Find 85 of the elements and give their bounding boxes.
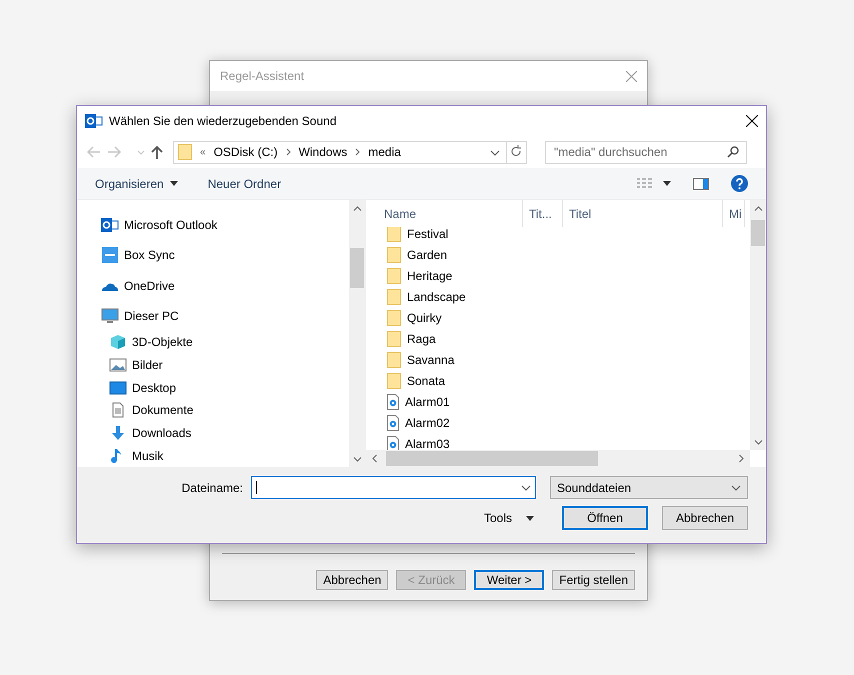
nav-item[interactable]: Microsoft Outlook [124, 218, 218, 232]
desktop-icon [109, 380, 127, 396]
filename-field[interactable] [251, 476, 536, 499]
folder-icon [178, 144, 192, 160]
horizontal-scrollbar[interactable] [366, 450, 750, 467]
caret-icon [663, 181, 671, 186]
computer-icon [101, 308, 119, 324]
scroll-down-icon[interactable] [352, 456, 362, 462]
scroll-thumb[interactable] [350, 248, 364, 288]
nav-item[interactable]: Dieser PC [124, 308, 179, 323]
scrollbar[interactable] [349, 200, 365, 467]
dropdown-chevron-icon [490, 150, 500, 156]
help-icon[interactable] [731, 175, 748, 192]
scroll-up-icon[interactable] [352, 206, 362, 210]
chevron-right-icon[interactable] [286, 148, 291, 156]
scroll-thumb[interactable] [751, 220, 765, 246]
audio-file-icon [387, 394, 399, 410]
picture-icon [109, 356, 127, 373]
nav-item[interactable]: Desktop [132, 380, 176, 395]
window-title: Regel-Assistent [220, 69, 304, 83]
breadcrumb-overflow[interactable]: « [200, 146, 206, 158]
file-name[interactable]: Alarm01 [405, 394, 450, 408]
scroll-left-icon[interactable] [372, 454, 377, 463]
folder-icon [387, 268, 401, 284]
nav-item[interactable]: Musik [132, 448, 164, 463]
scroll-right-icon[interactable] [739, 454, 744, 463]
toolbar-button[interactable]: Neuer Ordner [208, 176, 282, 190]
chevron-right-icon[interactable] [355, 148, 360, 156]
scroll-thumb[interactable] [386, 451, 598, 466]
dialog-button[interactable]: Abbrechen [662, 506, 748, 530]
scroll-down-icon[interactable] [754, 440, 762, 444]
folder-icon [387, 310, 401, 326]
search-icon [727, 146, 739, 158]
audio-file-icon [387, 414, 399, 430]
folder-icon [387, 372, 401, 388]
file-name[interactable]: Raga [407, 332, 436, 346]
dialog-title: Wählen Sie den wiederzugebenden Sound [109, 114, 338, 128]
nav-item[interactable]: OneDrive [124, 278, 175, 293]
field-label: Dateiname: [182, 480, 243, 494]
search-field[interactable]: "media" durchsuchen [545, 140, 747, 164]
preview-pane-icon[interactable] [693, 178, 709, 190]
mail-app-icon [85, 113, 103, 129]
close-icon[interactable] [746, 115, 758, 127]
up-arrow-icon[interactable] [151, 145, 163, 159]
dialog-button[interactable]: Öffnen [562, 506, 648, 530]
file-name[interactable]: Alarm02 [405, 416, 450, 430]
caret-icon [526, 516, 534, 520]
file-name[interactable]: Landscape [407, 290, 466, 304]
nav-item[interactable]: Dokumente [132, 403, 194, 418]
breadcrumb-item[interactable]: Windows [298, 145, 348, 159]
address-bar[interactable]: « OSDisk (C:) Windows media [173, 140, 527, 164]
download-icon [109, 424, 127, 441]
audio-file-icon [387, 436, 399, 450]
dropdown-chevron-icon [731, 484, 741, 490]
file-name[interactable]: Festival [407, 227, 448, 240]
nav-item[interactable]: 3D-Objekte [132, 335, 193, 350]
wizard-button[interactable]: Weiter > [474, 570, 544, 590]
dropdown-chevron-icon [521, 484, 531, 490]
mail-app-icon [101, 217, 119, 234]
nav-item[interactable]: Box Sync [124, 248, 175, 262]
file-name[interactable]: Sonata [407, 374, 446, 388]
folder-icon [387, 246, 401, 262]
breadcrumb-item[interactable]: media [368, 145, 401, 159]
folder-icon [387, 288, 401, 304]
nav-item[interactable]: Downloads [132, 426, 192, 440]
folder-icon [387, 352, 401, 368]
file-name[interactable]: Garden [407, 248, 448, 262]
file-type-dropdown[interactable]: Sounddateien [550, 476, 748, 499]
folder-icon [387, 227, 401, 242]
nav-item[interactable]: Bilder [132, 358, 163, 372]
file-name[interactable]: Alarm03 [405, 436, 450, 450]
folder-icon [387, 330, 401, 346]
view-list-icon[interactable] [637, 178, 653, 190]
file-name[interactable]: Savanna [407, 352, 454, 366]
tools-menu-button[interactable]: Tools [478, 510, 540, 526]
toolbar-button[interactable]: Organisieren [95, 176, 178, 190]
file-name[interactable]: Quirky [407, 310, 442, 324]
breadcrumb-item[interactable]: OSDisk (C:) [214, 145, 278, 159]
caret-icon [170, 181, 178, 186]
wizard-button[interactable]: Abbrechen [316, 570, 388, 590]
scroll-up-icon[interactable] [754, 206, 762, 210]
cube-icon [109, 334, 127, 350]
file-name[interactable]: Heritage [407, 268, 452, 282]
scrollbar[interactable] [750, 200, 766, 450]
wizard-button[interactable]: Fertig stellen [552, 570, 635, 590]
